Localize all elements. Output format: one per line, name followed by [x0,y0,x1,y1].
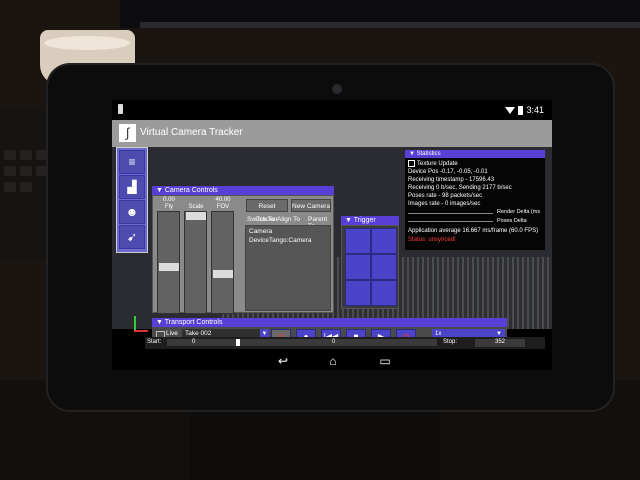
trigger-controls-header[interactable]: ▼ Trigger Controls [341,216,399,233]
timeline-row: Start: 0 0 Stop: 352 [145,337,545,349]
timeline-thumb[interactable] [236,339,241,346]
list-item[interactable]: Camera [249,228,272,235]
stat-line: Images rate - 0 images/sec [408,201,481,207]
scale-slider[interactable] [184,211,207,314]
axis-x-gizmo [134,330,148,332]
fly-slider[interactable] [157,211,180,314]
tab-align-to[interactable]: Align To [277,216,300,223]
poses-delta-label: Poses Delta [497,218,527,224]
app-average: Application average 16.667 ms/frame (60.… [408,228,539,234]
stop-value[interactable]: 352 [475,339,525,347]
fov-slider[interactable] [211,211,234,314]
list-item[interactable]: DeviceTango:Camera [249,237,312,244]
recents-icon[interactable]: ▭ [374,354,396,368]
background-monitor-edge [140,22,640,28]
texture-update-checkbox[interactable]: Texture Update [408,160,458,167]
notification-icon [118,104,123,114]
background-mug-rim [44,36,130,50]
tablet-stand [190,400,440,480]
background-key [4,166,16,176]
statistics-panel: ▼ Statistics Texture Update Device Pos -… [405,150,545,250]
tab-switch-to[interactable]: Switch To [247,216,275,223]
slider-handle[interactable] [186,212,206,220]
front-camera [332,84,342,94]
scale-label: Scale [188,204,204,210]
wifi-icon [505,107,516,115]
background-key [20,150,32,160]
stat-line: Poses rate - 98 packets/sec [408,193,483,199]
background-key [20,182,32,192]
stat-line: Device Pos -0.17, -0.05, -0.01 [408,169,488,175]
live-label: Live [166,330,178,337]
status-icons: 3:41 [505,105,544,116]
camera-controls-panel: 0.00 Fly Scale 40.00 FOV Reset Tracker N… [152,195,334,314]
trigger-controls-panel [341,225,399,309]
stat-line: Receiving 0 b/sec, Sending 2177 b/sec [408,185,512,191]
background-key [4,150,16,160]
slider-handle[interactable] [213,269,233,278]
transport-header[interactable]: ▼ Transport Controls [152,318,507,327]
trigger-pad[interactable] [371,254,397,280]
pointer-gear-icon[interactable]: ➹ [119,225,145,249]
stop-label: Stop: [443,339,458,345]
home-icon[interactable]: ⌂ [322,354,344,368]
stairs-icon[interactable]: ▟ [119,175,145,199]
fly-value: 0.00 [163,197,175,203]
fov-value: 40.00 [215,197,231,203]
current-value: 0 [332,339,336,345]
new-camera-button[interactable]: New Camera [291,199,331,212]
list-icon[interactable]: ≡ [119,150,145,174]
app-title: Virtual Camera Tracker [140,127,243,138]
trigger-pad[interactable] [345,280,371,306]
stat-line: Receiving timestamp - 17596.43 [408,177,495,183]
axis-y-gizmo [134,316,136,330]
background-key [4,182,16,192]
start-value: 0 [192,339,196,345]
tablet-screen: 3:41 ∫ Virtual Camera Tracker ≡ ▟ ☻ ➹ ▼ … [112,100,552,370]
fov-label: FOV [216,204,230,210]
android-nav-bar: ↩ ⌂ ▭ [112,352,552,370]
trigger-pad[interactable] [345,254,371,280]
back-icon[interactable]: ↩ [272,354,294,368]
render-delta-label: Render Delta (ms [497,209,541,215]
texture-update-label: Texture Update [417,161,458,168]
fly-label: Fly [165,204,173,210]
background-key [20,166,32,176]
statistics-header[interactable]: ▼ Statistics [405,150,545,158]
timeline-slider[interactable]: 0 0 [167,339,437,346]
camera-controls-header[interactable]: ▼ Camera Controls [152,186,334,195]
reset-tracker-button[interactable]: Reset Tracker [246,199,288,223]
left-toolbar: ≡ ▟ ☻ ➹ [116,147,148,253]
app-logo-icon: ∫ [119,124,136,142]
background-key [36,166,48,176]
trigger-pad[interactable] [345,228,371,254]
trigger-pad[interactable] [371,280,397,306]
start-label: Start: [147,339,162,345]
app-titlebar: ∫ Virtual Camera Tracker [112,120,552,147]
slider-handle[interactable] [159,263,179,272]
camera-list: Camera DeviceTango:Camera [245,225,331,311]
trigger-pad[interactable] [371,228,397,254]
battery-icon [518,106,524,116]
checkbox-icon[interactable] [408,160,415,167]
clock: 3:41 [526,105,544,115]
status-text: Status: unsynced! [408,237,456,243]
owl-icon[interactable]: ☻ [119,200,145,224]
status-bar: 3:41 [112,100,552,120]
background-key [36,150,48,160]
